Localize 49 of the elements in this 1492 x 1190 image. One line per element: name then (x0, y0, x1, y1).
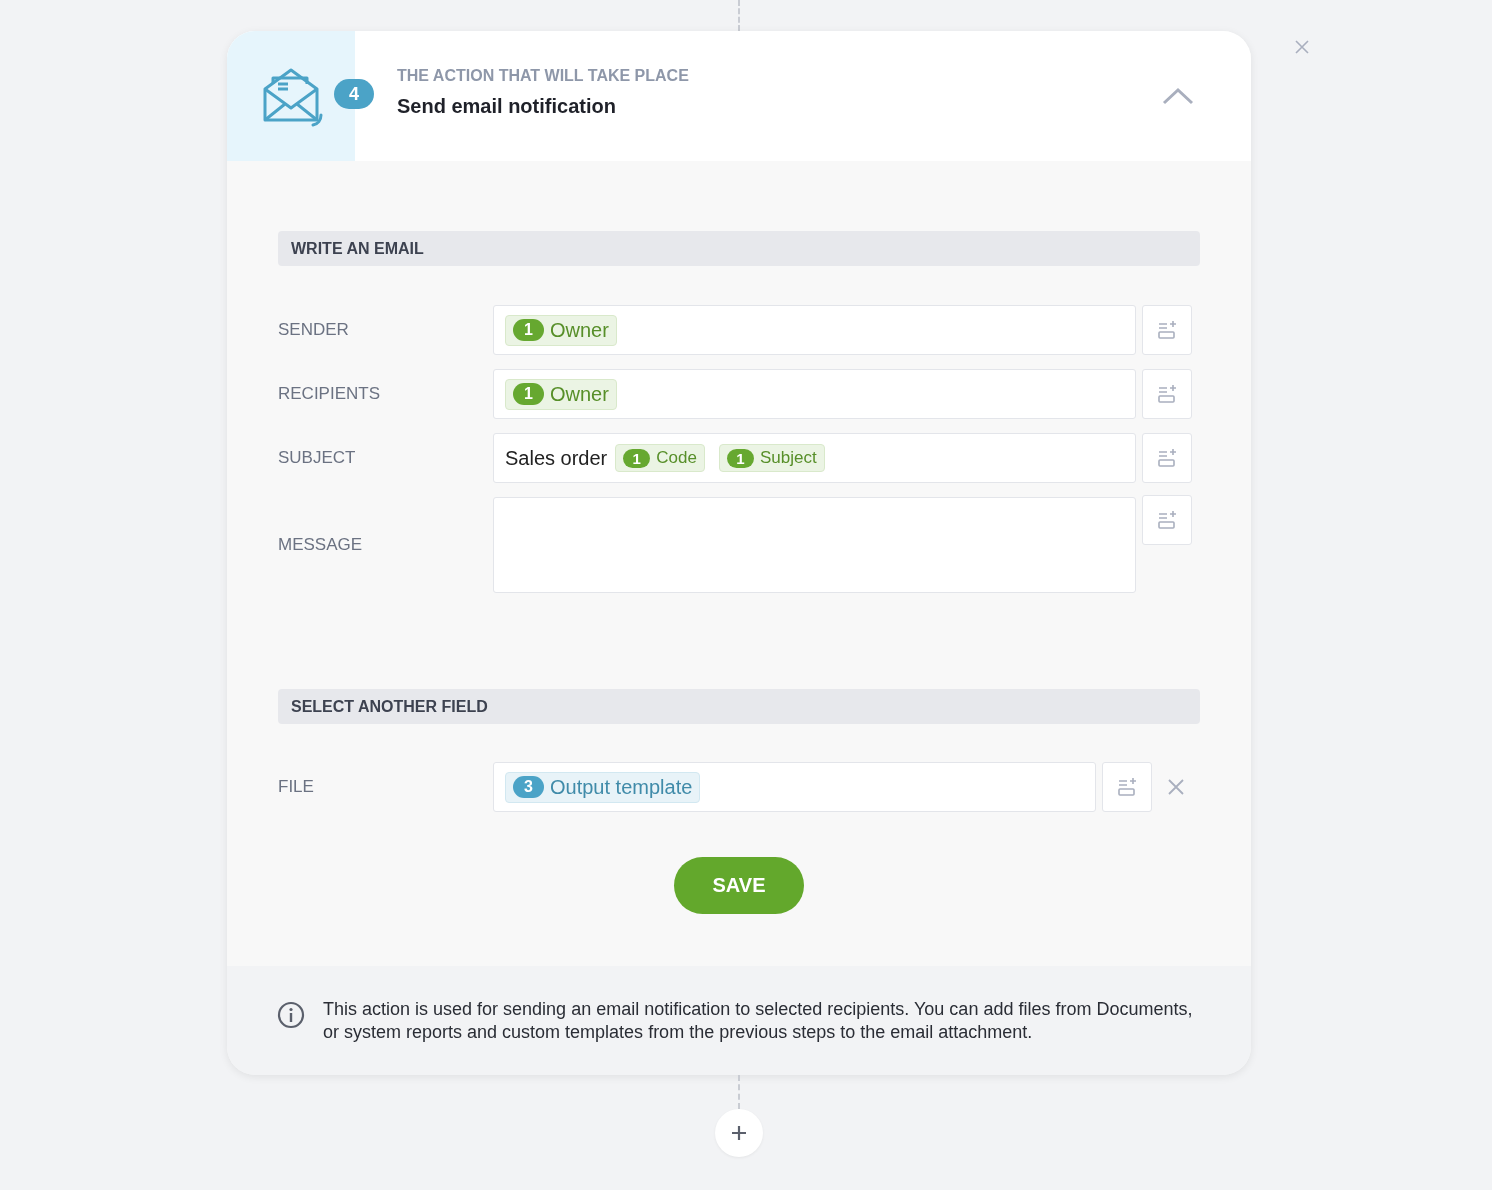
field-label: FILE (278, 777, 315, 797)
count-badge: 3 (513, 776, 544, 798)
field-text: Sales order (505, 446, 608, 470)
step-badge: 4 (334, 79, 374, 109)
input-field[interactable]: Sales order 1 Code 1 Subject (493, 433, 1136, 483)
variable-tag[interactable]: 1 Subject (718, 444, 825, 472)
tag-label: Owner (550, 382, 609, 406)
section-header: WRITE AN EMAIL (278, 231, 1200, 266)
input-field[interactable]: 1 Owner (493, 305, 1136, 355)
input-field[interactable]: 3 Output template (493, 762, 1096, 812)
field-label: MESSAGE (278, 535, 364, 555)
count-badge: 1 (726, 448, 754, 468)
input-field[interactable]: 1 Owner (493, 369, 1136, 419)
insert-variable-button[interactable] (1142, 433, 1192, 483)
action-caption: THE ACTION THAT WILL TAKE PLACE (397, 67, 690, 85)
insert-variable-button[interactable] (1102, 762, 1152, 812)
field-label: RECIPIENTS (278, 384, 382, 404)
action-title: Send email notification (397, 95, 617, 118)
message-field[interactable] (493, 497, 1136, 593)
save-button[interactable]: SAVE (674, 857, 804, 914)
section-header: SELECT ANOTHER FIELD (278, 689, 1200, 724)
add-field-icon (1157, 448, 1177, 468)
variable-tag[interactable]: 1 Owner (505, 314, 617, 346)
add-field-icon (1157, 510, 1177, 530)
add-field-icon (1157, 320, 1177, 340)
insert-variable-button[interactable] (1142, 305, 1192, 355)
info-text: This action is used for sending an email notification to selected recipients. You can add files from Documents, or system reports and custom templates from the previous steps to the email attachment. (323, 998, 1194, 1044)
field-label: SUBJECT (278, 448, 357, 468)
count-badge: 1 (513, 319, 544, 341)
count-badge: 1 (513, 383, 544, 405)
add-step-button[interactable] (715, 1109, 763, 1157)
tag-label: Output template (550, 775, 693, 799)
tag-label: Code (656, 448, 697, 468)
close-icon[interactable] (1295, 40, 1309, 54)
plus-icon (731, 1125, 747, 1141)
variable-tag[interactable]: 1 Code (615, 444, 705, 472)
count-badge: 1 (623, 448, 651, 468)
add-field-icon (1117, 777, 1137, 797)
close-icon[interactable] (1166, 777, 1186, 797)
info-icon (277, 1001, 305, 1029)
collapse-chevron-icon[interactable] (1162, 87, 1194, 105)
field-label: SENDER (278, 320, 350, 340)
add-field-icon (1157, 384, 1177, 404)
variable-tag[interactable]: 1 Owner (505, 378, 617, 410)
insert-variable-button[interactable] (1142, 495, 1192, 545)
variable-tag[interactable]: 3 Output template (505, 771, 701, 803)
tag-label: Owner (550, 318, 609, 342)
tag-label: Subject (759, 448, 817, 468)
insert-variable-button[interactable] (1142, 369, 1192, 419)
